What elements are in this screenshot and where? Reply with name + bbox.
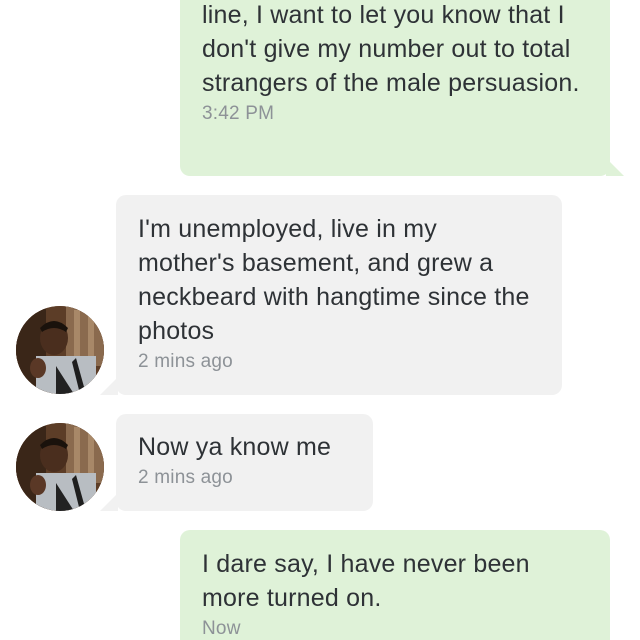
outgoing-message-bubble: line, I want to let you know that I don'… — [180, 0, 610, 176]
avatar-photo — [16, 306, 104, 394]
message-timestamp: Now — [202, 618, 241, 639]
message-text: I dare say, I have never been more turne… — [202, 550, 530, 612]
outgoing-message-bubble: I dare say, I have never been more turne… — [180, 530, 610, 640]
user-avatar-icon[interactable] — [16, 423, 104, 511]
incoming-message-bubble: I'm unemployed, live in my mother's base… — [116, 195, 562, 395]
avatar-photo — [16, 423, 104, 511]
message-text: I'm unemployed, live in my mother's base… — [138, 215, 530, 345]
message-text: Now ya know me — [138, 433, 332, 461]
incoming-bubble-tail — [100, 377, 118, 395]
message-timestamp: 3:42 PM — [202, 103, 275, 124]
user-avatar-icon[interactable] — [16, 306, 104, 394]
incoming-message-bubble: Now ya know me 2 mins ago — [116, 414, 373, 511]
chat-screen: line, I want to let you know that I don'… — [0, 0, 640, 640]
message-timestamp: 2 mins ago — [138, 467, 233, 488]
outgoing-bubble-tail — [606, 158, 624, 176]
incoming-bubble-tail — [100, 493, 118, 511]
message-timestamp: 2 mins ago — [138, 351, 233, 372]
message-text: line, I want to let you know that I don'… — [202, 1, 580, 97]
